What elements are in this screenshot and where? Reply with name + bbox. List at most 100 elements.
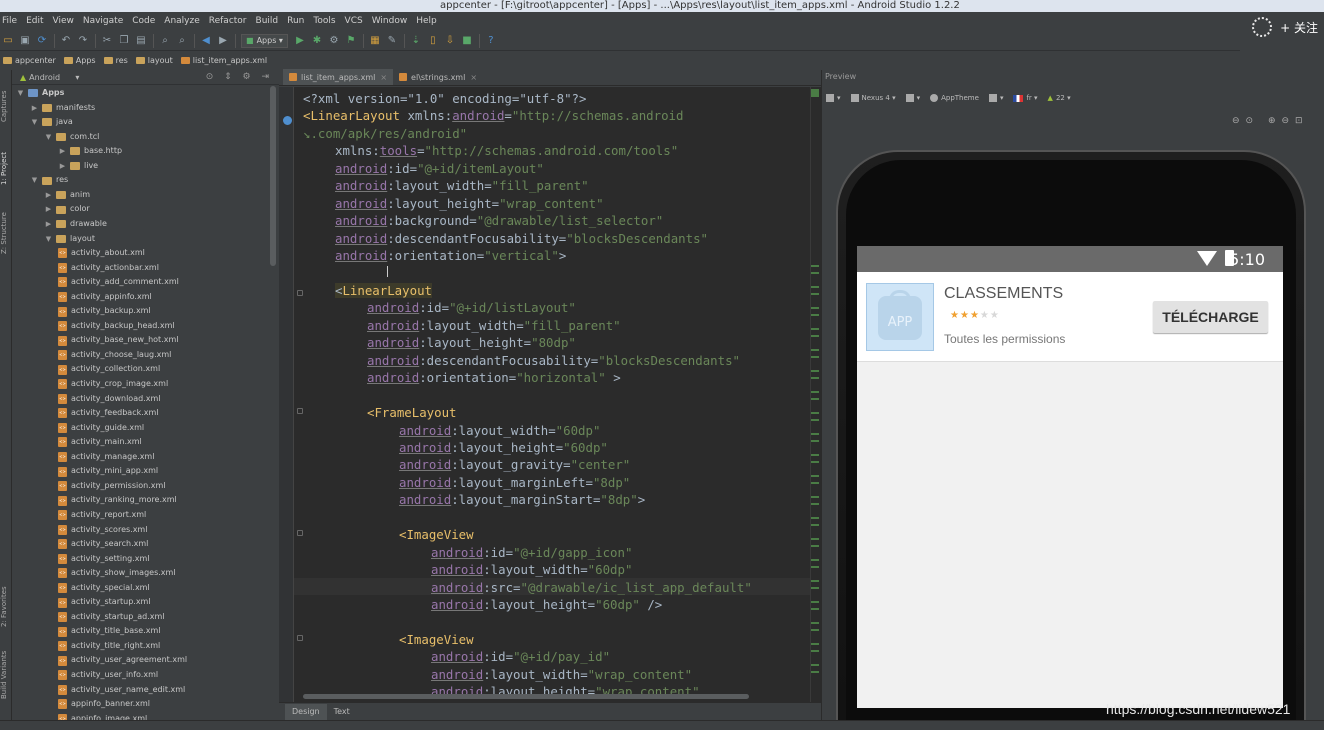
warning-marker[interactable] [811, 265, 819, 267]
save-all-icon[interactable]: ▣ [19, 35, 31, 47]
override-marker-icon[interactable] [283, 116, 292, 125]
profile-icon[interactable]: ⚑ [345, 35, 357, 47]
warning-marker[interactable] [811, 608, 819, 610]
tree-item[interactable]: <> activity_setting.xml [58, 552, 150, 567]
follow-button[interactable]: + 关注 [1252, 15, 1318, 39]
warning-marker[interactable] [811, 580, 819, 582]
warning-marker[interactable] [811, 622, 819, 624]
activity-dropdown[interactable]: ▾ [988, 94, 1003, 102]
warning-marker[interactable] [811, 503, 819, 505]
tree-item[interactable]: <> activity_user_agreement.xml [58, 653, 187, 668]
tree-item[interactable]: ▼ java [30, 115, 73, 130]
undo-icon[interactable]: ↶ [60, 35, 72, 47]
tree-item[interactable]: <> activity_title_right.xml [58, 639, 160, 654]
run-icon[interactable]: ▶ [294, 35, 306, 47]
tree-item[interactable]: <> activity_actionbar.xml [58, 261, 159, 276]
tree-item[interactable]: <> activity_base_new_hot.xml [58, 333, 179, 348]
expanded-arrow-icon[interactable]: ▼ [44, 232, 53, 247]
tree-item[interactable]: ▼ res [30, 173, 68, 188]
download-button[interactable]: TÉLÉCHARGE [1153, 301, 1268, 333]
collapsed-arrow-icon[interactable]: ▶ [58, 144, 67, 159]
replace-icon[interactable]: ⌕ [176, 35, 188, 47]
tree-item[interactable]: <> activity_user_name_edit.xml [58, 683, 185, 698]
warning-marker[interactable] [811, 538, 819, 540]
warning-marker[interactable] [811, 293, 819, 295]
tree-item[interactable]: ▶ live [58, 159, 98, 174]
menu-item-help[interactable]: Help [416, 16, 437, 26]
tree-item[interactable]: ▶ color [44, 202, 90, 217]
error-stripe[interactable] [808, 87, 820, 702]
warning-marker[interactable] [811, 629, 819, 631]
find-icon[interactable]: ⌕ [159, 35, 171, 47]
tree-item[interactable]: ▶ anim [44, 188, 90, 203]
expanded-arrow-icon[interactable]: ▼ [30, 115, 39, 130]
warning-marker[interactable] [811, 496, 819, 498]
android-monitor-icon[interactable]: ■ [461, 35, 473, 47]
captures-tab[interactable]: Captures [0, 76, 12, 136]
warning-marker[interactable] [811, 356, 819, 358]
warning-marker[interactable] [811, 349, 819, 351]
warning-marker[interactable] [811, 461, 819, 463]
tree-item[interactable]: <> activity_user_info.xml [58, 668, 158, 683]
tree-item[interactable]: ▼ Apps [16, 86, 64, 101]
warning-marker[interactable] [811, 391, 819, 393]
fold-marker-icon[interactable] [297, 635, 303, 641]
editor-horizontal-scrollbar[interactable] [303, 694, 749, 699]
cut-icon[interactable]: ✂ [101, 35, 113, 47]
warning-marker[interactable] [811, 643, 819, 645]
warning-marker[interactable] [811, 335, 819, 337]
menu-item-build[interactable]: Build [256, 16, 279, 26]
collapsed-arrow-icon[interactable]: ▶ [30, 101, 39, 116]
tree-item[interactable]: <> activity_choose_laug.xml [58, 348, 171, 363]
tree-item[interactable]: <> activity_feedback.xml [58, 406, 159, 421]
tree-item[interactable]: <> activity_download.xml [58, 392, 160, 407]
api-level-dropdown[interactable]: ▲ 22 ▾ [1048, 94, 1071, 102]
collapsed-arrow-icon[interactable]: ▶ [44, 202, 53, 217]
debug-icon[interactable]: ✱ [311, 35, 323, 47]
tree-item[interactable]: <> activity_guide.xml [58, 421, 144, 436]
tree-item[interactable]: <> activity_appinfo.xml [58, 290, 152, 305]
tree-item[interactable]: ▼ com.tcl [44, 130, 99, 145]
menu-item-code[interactable]: Code [132, 16, 155, 26]
tree-item[interactable]: <> activity_special.xml [58, 581, 150, 596]
warning-marker[interactable] [811, 601, 819, 603]
project-view-dropdown[interactable]: ▲ Android ▾ [20, 73, 79, 82]
avd-manager-icon[interactable]: ▯ [427, 35, 439, 47]
zoom-controls[interactable]: ⊖⊙ ⊕⊖⊡ [1232, 116, 1309, 126]
inspection-status-icon[interactable] [811, 89, 819, 97]
device-dropdown[interactable]: Nexus 4 ▾ [850, 94, 896, 102]
tree-item[interactable]: ▶ base.http [58, 144, 122, 159]
menu-item-edit[interactable]: Edit [26, 16, 43, 26]
tree-item[interactable]: <> activity_about.xml [58, 246, 145, 261]
warning-marker[interactable] [811, 328, 819, 330]
tree-item[interactable]: <> activity_backup.xml [58, 304, 151, 319]
warning-marker[interactable] [811, 671, 819, 673]
editor-tab[interactable]: el\strings.xml × [393, 69, 483, 85]
expanded-arrow-icon[interactable]: ▼ [44, 130, 53, 145]
fold-marker-icon[interactable] [297, 530, 303, 536]
tree-item[interactable]: <> activity_backup_head.xml [58, 319, 175, 334]
redo-icon[interactable]: ↷ [77, 35, 89, 47]
copy-icon[interactable]: ❐ [118, 35, 130, 47]
tab-design[interactable]: Design [285, 703, 327, 720]
menu-item-run[interactable]: Run [287, 16, 304, 26]
tree-item[interactable]: <> activity_startup.xml [58, 595, 151, 610]
menu-item-file[interactable]: File [2, 16, 17, 26]
close-icon[interactable]: × [380, 73, 387, 82]
tree-item[interactable]: <> activity_report.xml [58, 508, 146, 523]
tree-item[interactable]: <> activity_scores.xml [58, 523, 147, 538]
warning-marker[interactable] [811, 566, 819, 568]
menu-item-navigate[interactable]: Navigate [83, 16, 123, 26]
warning-marker[interactable] [811, 440, 819, 442]
warning-marker[interactable] [811, 587, 819, 589]
fold-marker-icon[interactable] [297, 408, 303, 414]
collapsed-arrow-icon[interactable]: ▶ [44, 188, 53, 203]
menu-item-vcs[interactable]: VCS [345, 16, 363, 26]
warning-marker[interactable] [811, 272, 819, 274]
tree-item[interactable]: <> activity_manage.xml [58, 450, 154, 465]
project-structure-icon[interactable]: ▦ [369, 35, 381, 47]
warning-marker[interactable] [811, 454, 819, 456]
back-icon[interactable]: ◀ [200, 35, 212, 47]
gradle-sync-icon[interactable]: ⇣ [410, 35, 422, 47]
breadcrumb-item[interactable]: appcenter [3, 56, 56, 65]
